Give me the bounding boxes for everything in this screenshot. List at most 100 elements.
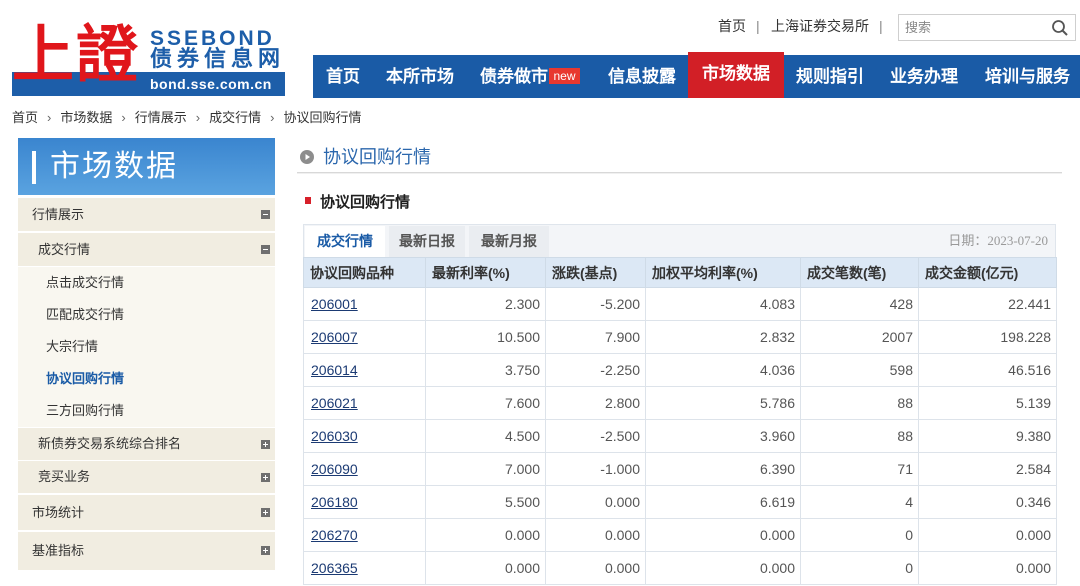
column-header-latest-rate: 最新利率(%) xyxy=(425,257,546,288)
sidebar-item-matched-trade-quotes[interactable]: 匹配成交行情 xyxy=(18,299,275,331)
weighted-avg-rate-cell: 6.619 xyxy=(645,485,801,519)
latest-rate-cell: 5.500 xyxy=(425,485,546,519)
table-row: 206021 7.600 2.800 5.786 88 5.139 xyxy=(303,386,1057,420)
weighted-avg-rate-cell: 3.960 xyxy=(645,419,801,453)
nav-item-sse-market[interactable]: 本所市场 xyxy=(386,55,454,98)
date-label: 日期： xyxy=(948,233,988,248)
sidebar-item-market-statistics[interactable]: 市场统计 xyxy=(18,495,275,530)
sidebar-item-click-trade-quotes[interactable]: 点击成交行情 xyxy=(18,267,275,299)
column-header-trade-count: 成交笔数(笔) xyxy=(800,257,919,288)
repo-quotes-table: 协议回购品种 最新利率(%) 涨跌(基点) 加权平均利率(%) 成交笔数(笔) … xyxy=(303,257,1057,585)
trade-amount-cell: 5.139 xyxy=(918,386,1057,420)
breadcrumb-item[interactable]: 行情展示 xyxy=(135,109,187,127)
sidebar-item-block-trade-quotes[interactable]: 大宗行情 xyxy=(18,331,275,363)
breadcrumb-current: 协议回购行情 xyxy=(283,110,362,125)
trade-count-cell: 0 xyxy=(800,518,919,552)
weighted-avg-rate-cell: 4.036 xyxy=(645,353,801,387)
weighted-avg-rate-cell: 0.000 xyxy=(645,518,801,552)
sidebar-item-label: 行情展示 xyxy=(32,207,85,222)
tab-monthly-report[interactable]: 最新月报 xyxy=(469,226,549,257)
variety-code-link[interactable]: 206270 xyxy=(311,527,358,543)
logo-site-name[interactable]: 债券信息网 xyxy=(150,47,285,71)
sidebar-item-benchmark-indicators[interactable]: 基准指标 xyxy=(18,532,275,570)
variety-code-cell: 206007 xyxy=(303,320,426,354)
sidebar-item-competitive-bidding[interactable]: 竞买业务 xyxy=(18,461,275,493)
breadcrumb-item[interactable]: 成交行情 xyxy=(209,109,261,127)
expand-icon[interactable] xyxy=(261,440,270,449)
title-divider xyxy=(297,172,1062,174)
variety-code-cell: 206001 xyxy=(303,287,426,321)
trade-count-cell: 598 xyxy=(800,353,919,387)
table-row: 206014 3.750 -2.250 4.036 598 46.516 xyxy=(303,353,1057,387)
logo-domain[interactable]: bond.sse.com.cn xyxy=(150,72,272,96)
breadcrumb-separator: › xyxy=(121,110,126,125)
change-bp-cell: -5.200 xyxy=(545,287,646,321)
latest-rate-cell: 10.500 xyxy=(425,320,546,354)
breadcrumb-item[interactable]: 市场数据 xyxy=(60,109,112,127)
nav-item-bond-market-making[interactable]: 债券做市 xyxy=(480,55,548,98)
nav-item-home[interactable]: 首页 xyxy=(326,55,360,98)
column-header-variety: 协议回购品种 xyxy=(303,257,426,288)
search-button[interactable] xyxy=(1044,14,1076,41)
breadcrumb-item[interactable]: 首页 xyxy=(12,109,38,127)
variety-code-cell: 206365 xyxy=(303,551,426,585)
search-input[interactable] xyxy=(898,14,1045,41)
expand-icon[interactable] xyxy=(261,508,270,517)
trade-count-cell: 4 xyxy=(800,485,919,519)
sidebar-item-trade-quotes[interactable]: 成交行情 xyxy=(18,233,275,266)
tab-trade-quotes[interactable]: 成交行情 xyxy=(305,226,385,257)
sidebar-item-quotes-display[interactable]: 行情展示 xyxy=(18,198,275,231)
sidebar-item-label: 点击成交行情 xyxy=(46,275,125,290)
top-link-sse[interactable]: 上海证券交易所 xyxy=(771,15,869,37)
latest-rate-cell: 7.000 xyxy=(425,452,546,486)
sidebar-item-label: 大宗行情 xyxy=(46,339,99,354)
nav-item-disclosure[interactable]: 信息披露 xyxy=(608,55,676,98)
trade-amount-cell: 9.380 xyxy=(918,419,1057,453)
new-badge: new xyxy=(549,68,580,84)
sidebar-item-label: 成交行情 xyxy=(38,242,91,257)
trade-count-cell: 0 xyxy=(800,551,919,585)
nav-item-rules[interactable]: 规则指引 xyxy=(796,55,864,98)
sidebar-item-negotiated-repo-quotes[interactable]: 协议回购行情 xyxy=(18,363,275,395)
trade-count-cell: 88 xyxy=(800,386,919,420)
change-bp-cell: -2.500 xyxy=(545,419,646,453)
expand-icon[interactable] xyxy=(261,546,270,555)
top-link-home[interactable]: 首页 xyxy=(718,15,746,37)
trade-amount-cell: 2.584 xyxy=(918,452,1057,486)
sidebar-item-label: 匹配成交行情 xyxy=(46,307,125,322)
collapse-icon[interactable] xyxy=(261,245,270,254)
sidebar-item-triparty-repo-quotes[interactable]: 三方回购行情 xyxy=(18,395,275,427)
expand-icon[interactable] xyxy=(261,473,270,482)
trade-amount-cell: 198.228 xyxy=(918,320,1057,354)
trade-amount-cell: 46.516 xyxy=(918,353,1057,387)
variety-code-link[interactable]: 206365 xyxy=(311,560,358,576)
collapse-icon[interactable] xyxy=(261,210,270,219)
change-bp-cell: 0.000 xyxy=(545,551,646,585)
breadcrumb-separator: › xyxy=(195,110,201,125)
variety-code-link[interactable]: 206007 xyxy=(311,329,358,345)
variety-code-link[interactable]: 206180 xyxy=(311,494,358,510)
nav-item-training[interactable]: 培训与服务 xyxy=(985,55,1070,98)
change-bp-cell: 2.800 xyxy=(545,386,646,420)
variety-code-link[interactable]: 206090 xyxy=(311,461,358,477)
logo-chinese-mark[interactable]: 上證 xyxy=(12,16,140,94)
variety-code-link[interactable]: 206001 xyxy=(311,296,358,312)
variety-code-cell: 206014 xyxy=(303,353,426,387)
latest-rate-cell: 4.500 xyxy=(425,419,546,453)
weighted-avg-rate-cell: 2.832 xyxy=(645,320,801,354)
trade-count-cell: 71 xyxy=(800,452,919,486)
latest-rate-cell: 3.750 xyxy=(425,353,546,387)
top-link-separator: | xyxy=(756,18,760,34)
sidebar-item-label: 新债券交易系统综合排名 xyxy=(38,436,182,451)
trade-amount-cell: 0.000 xyxy=(918,518,1057,552)
variety-code-cell: 206030 xyxy=(303,419,426,453)
variety-code-link[interactable]: 206021 xyxy=(311,395,358,411)
sidebar-item-new-bond-system-ranking[interactable]: 新债券交易系统综合排名 xyxy=(18,428,275,460)
tab-daily-report[interactable]: 最新日报 xyxy=(389,226,465,257)
latest-rate-cell: 0.000 xyxy=(425,551,546,585)
nav-item-services[interactable]: 业务办理 xyxy=(890,55,958,98)
variety-code-link[interactable]: 206014 xyxy=(311,362,358,378)
variety-code-cell: 206021 xyxy=(303,386,426,420)
variety-code-link[interactable]: 206030 xyxy=(311,428,358,444)
nav-item-market-data[interactable]: 市场数据 xyxy=(688,52,784,98)
